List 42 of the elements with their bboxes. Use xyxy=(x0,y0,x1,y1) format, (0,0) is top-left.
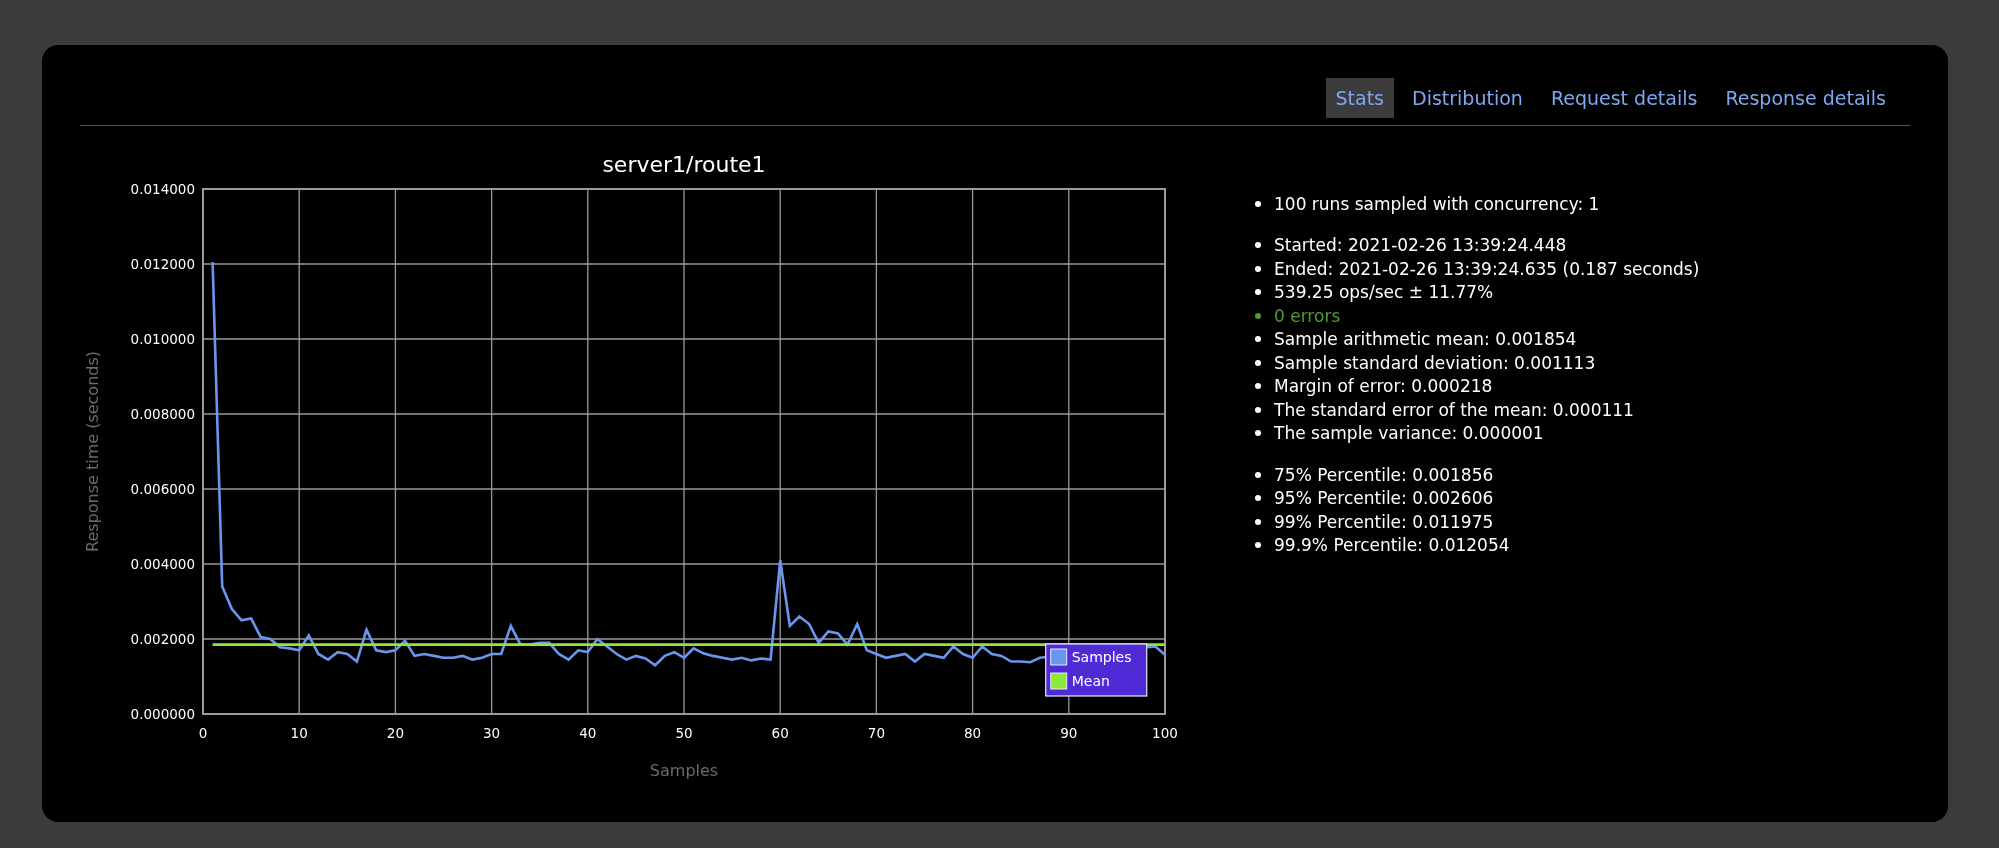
stat-text: Started: 2021-02-26 13:39:24.448 xyxy=(1274,235,1567,256)
axis-tick-label: 0.004000 xyxy=(130,556,195,572)
axis-tick-label: 10 xyxy=(290,725,308,741)
stat-text: 539.25 ops/sec ± 11.77% xyxy=(1274,282,1494,303)
stat-text: 95% Percentile: 0.002606 xyxy=(1274,488,1494,509)
axis-tick-label: 100 xyxy=(1152,725,1178,741)
stat-text: Margin of error: 0.000218 xyxy=(1274,376,1493,397)
stat-text: 100 runs sampled with concurrency: 1 xyxy=(1274,193,1600,214)
legend-label: Mean xyxy=(1071,673,1110,689)
axis-tick-label: 0.010000 xyxy=(130,331,195,347)
axis-tick-label: 60 xyxy=(771,725,789,741)
axis-tick-label: 0.014000 xyxy=(130,181,195,197)
tab[interactable]: Request details xyxy=(1540,78,1708,118)
stat-text: The standard error of the mean: 0.000111 xyxy=(1274,399,1634,420)
tab[interactable]: Distribution xyxy=(1402,78,1533,118)
tab[interactable]: Response details xyxy=(1715,78,1896,118)
axis-tick-label: 0.006000 xyxy=(130,481,195,497)
stat-text: The sample variance: 0.000001 xyxy=(1274,423,1544,444)
stat-text: Sample standard deviation: 0.001113 xyxy=(1274,352,1596,373)
axis-tick-label: 90 xyxy=(1060,725,1078,741)
axis-tick-label: 0.002000 xyxy=(130,631,195,647)
axis-tick-label: 50 xyxy=(675,725,693,741)
stat-text: 99.9% Percentile: 0.012054 xyxy=(1274,535,1510,556)
axis-title: Samples xyxy=(649,761,719,780)
chart-title: server1/route1 xyxy=(602,152,766,177)
stat-text: 0 errors xyxy=(1274,305,1341,326)
axis-tick-label: 0.000000 xyxy=(130,706,195,722)
axis-tick-label: 40 xyxy=(579,725,597,741)
axis-tick-label: 20 xyxy=(386,725,404,741)
stat-text: Sample arithmetic mean: 0.001854 xyxy=(1274,329,1577,350)
axis-tick-label: 80 xyxy=(964,725,982,741)
stat-text: 99% Percentile: 0.011975 xyxy=(1274,511,1494,532)
stat-text: 75% Percentile: 0.001856 xyxy=(1274,464,1494,485)
axis-title: Response time (seconds) xyxy=(83,351,102,552)
axis-tick-label: 0.012000 xyxy=(130,256,195,272)
axis-tick-label: 30 xyxy=(483,725,501,741)
axis-tick-label: 0 xyxy=(198,725,208,741)
legend-label: Samples xyxy=(1071,649,1132,665)
stat-text: Ended: 2021-02-26 13:39:24.635 (0.187 seconds) xyxy=(1274,258,1700,279)
tab[interactable]: Stats xyxy=(1325,78,1394,118)
axis-tick-label: 70 xyxy=(867,725,885,741)
axis-tick-label: 0.008000 xyxy=(130,406,195,422)
